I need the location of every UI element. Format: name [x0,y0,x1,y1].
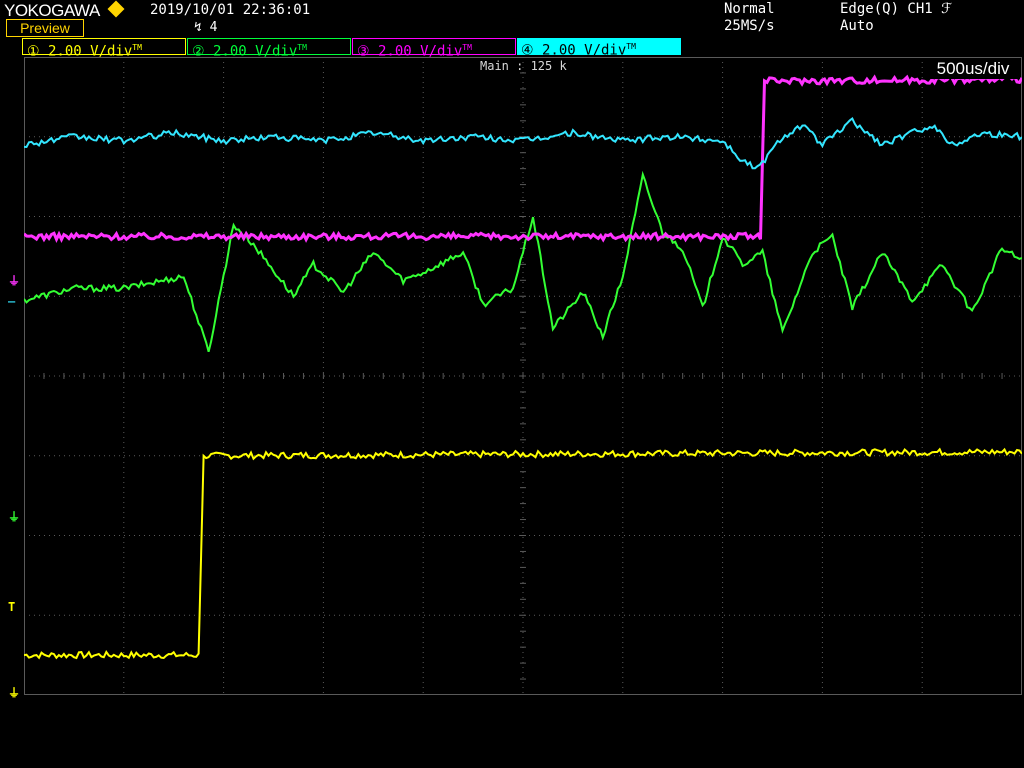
acq-mode: Normal [724,1,775,17]
channel-4-suffix: TM [626,42,636,51]
channel-2-suffix: TM [297,43,307,52]
channel-4-ground-marker[interactable]: ‾ [8,300,15,314]
trigger-type: Edge(Q) CH1 ℱ [840,1,953,17]
sample-rate: 25MS/s [724,18,775,34]
status-header: YOKOGAWA Preview 2019/10/01 22:36:01 ↯ 4… [0,0,1024,38]
trigger-level-marker[interactable]: T [8,600,15,614]
channel-1-bar[interactable]: ① 2.00 V/divTM [22,38,186,60]
channel-2-trace [24,170,1022,353]
channel-4-trace [24,116,1022,170]
channel-2-ground-marker[interactable]: ⏚ [8,508,20,525]
waveform-display[interactable] [24,57,1022,695]
brand-logo: YOKOGAWA [4,1,100,20]
channel-1-suffix: TM [132,43,142,52]
time-per-division[interactable]: 500us/div [926,59,1020,79]
main-record-length: Main : 125 k [480,59,567,73]
preview-badge[interactable]: Preview [6,19,84,37]
acquisition-info[interactable]: Normal 25MS/s [724,1,775,35]
brand-diamond-icon [107,0,125,18]
channel-1-ground-marker[interactable]: ⏚ [8,684,20,701]
trigger-mode: Auto [840,18,874,34]
channel-3-bar[interactable]: ③ 2.00 V/divTM [352,38,516,60]
channel-1-trace [24,447,1022,660]
channel-3-ground-marker[interactable]: ⏚ [8,272,20,289]
datetime: 2019/10/01 22:36:01 [150,2,311,18]
trigger-count: ↯ 4 [194,20,218,35]
channel-4-bar[interactable]: ④ 2.00 V/divTM [517,38,681,59]
channel-2-bar[interactable]: ② 2.00 V/divTM [187,38,351,60]
channel-3-suffix: TM [462,43,472,52]
trigger-info[interactable]: Edge(Q) CH1 ℱ Auto [840,1,952,35]
